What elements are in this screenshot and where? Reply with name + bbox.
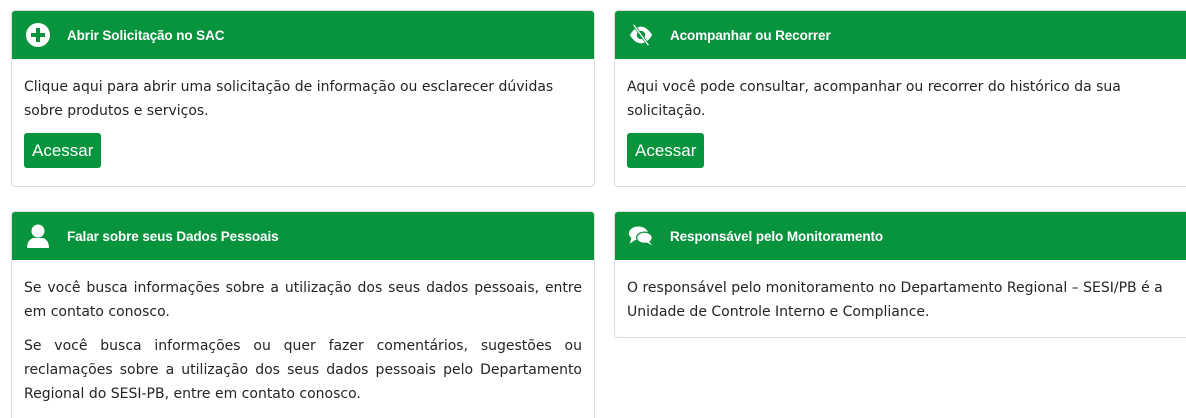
card-description: Se você busca informações sobre a utiliz… (24, 280, 582, 320)
monitoring-card: Responsável pelo Monitoramento O respons… (614, 211, 1186, 338)
card-title: Falar sobre seus Dados Pessoais (67, 228, 279, 244)
card-title: Responsável pelo Monitoramento (670, 228, 884, 244)
access-sac-button[interactable]: Acessar (24, 133, 102, 168)
card-body: Clique aqui para abrir uma solicitação d… (12, 59, 594, 168)
card-description: Clique aqui para abrir uma solicitação d… (24, 79, 554, 119)
card-header: Falar sobre seus Dados Pessoais (12, 212, 594, 260)
card-header: Acompanhar ou Recorrer (615, 11, 1186, 59)
plus-circle-icon (25, 22, 51, 48)
card-body: O responsável pelo monitoramento no Depa… (615, 260, 1186, 324)
personal-data-card: Falar sobre seus Dados Pessoais Se você … (11, 211, 595, 418)
card-description: O responsável pelo monitoramento no Depa… (627, 280, 1163, 320)
card-description: Se você busca informações ou quer fazer … (24, 338, 582, 402)
card-body: Aqui você pode consultar, acompanhar ou … (615, 59, 1186, 168)
card-description: Aqui você pode consultar, acompanhar ou … (627, 79, 1121, 119)
user-icon (25, 223, 51, 249)
card-header: Responsável pelo Monitoramento (615, 212, 1186, 260)
card-title: Acompanhar ou Recorrer (670, 27, 831, 43)
card-title: Abrir Solicitação no SAC (67, 27, 225, 43)
track-appeal-card: Acompanhar ou Recorrer Aqui você pode co… (614, 10, 1186, 187)
card-header: Abrir Solicitação no SAC (12, 11, 594, 59)
comments-icon (628, 223, 654, 249)
eye-slash-icon (628, 22, 654, 48)
sac-request-card: Abrir Solicitação no SAC Clique aqui par… (11, 10, 595, 187)
card-body: Se você busca informações sobre a utiliz… (12, 260, 594, 406)
access-tracking-button[interactable]: Acessar (627, 133, 705, 168)
